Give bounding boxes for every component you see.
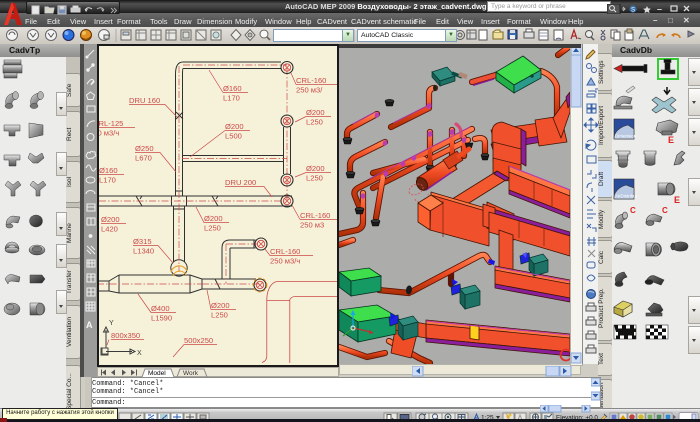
svg-text:800x350: 800x350 — [111, 331, 140, 340]
svg-text:Ø400: Ø400 — [151, 304, 170, 313]
svg-text:Ø250: Ø250 — [135, 144, 154, 153]
svg-text:Ø200: Ø200 — [101, 215, 120, 224]
svg-text:E: E — [668, 135, 674, 145]
svg-text:–: – — [657, 4, 662, 14]
svg-text:250 м3/: 250 м3/ — [296, 86, 323, 95]
svg-text:Model: Model — [148, 370, 166, 377]
svg-text:Ø200: Ø200 — [306, 164, 325, 173]
svg-text:X: X — [137, 350, 142, 357]
svg-text:Ø200: Ø200 — [306, 108, 325, 117]
svg-text:250 м3/ч: 250 м3/ч — [270, 257, 300, 266]
svg-text:250 м3/ч: 250 м3/ч — [99, 129, 119, 138]
svg-text:C: C — [630, 206, 636, 215]
svg-text:CRL-125: CRL-125 — [99, 119, 123, 128]
svg-text:L170: L170 — [99, 176, 116, 185]
svg-text:Ø200: Ø200 — [211, 301, 230, 310]
svg-text:CRL-160: CRL-160 — [270, 247, 300, 256]
svg-text:S: S — [631, 7, 635, 13]
svg-text:AirDistribut: AirDistribut — [615, 194, 638, 199]
svg-text:L1340: L1340 — [133, 247, 154, 256]
svg-text:L420: L420 — [101, 225, 118, 234]
svg-text:L250: L250 — [306, 174, 323, 183]
svg-text:Ø200: Ø200 — [204, 214, 223, 223]
svg-text:500x250: 500x250 — [184, 336, 213, 345]
svg-text:Ø160: Ø160 — [223, 84, 242, 93]
svg-text:Y: Y — [109, 320, 114, 327]
svg-text:DRU 200: DRU 200 — [225, 178, 256, 187]
svg-text:L670: L670 — [135, 154, 152, 163]
svg-text:Ø200: Ø200 — [225, 122, 244, 131]
svg-text:C: C — [662, 206, 668, 215]
svg-text:L170: L170 — [223, 94, 240, 103]
svg-text:Work: Work — [183, 370, 199, 377]
svg-text:Ø160: Ø160 — [99, 166, 118, 175]
svg-text:Ø315: Ø315 — [133, 237, 152, 246]
svg-text:CRL-160: CRL-160 — [300, 211, 330, 220]
svg-text:CRL-160: CRL-160 — [296, 76, 326, 85]
svg-text:E: E — [674, 195, 680, 205]
svg-text:L250: L250 — [211, 311, 228, 320]
svg-text:L500: L500 — [225, 132, 242, 141]
svg-text:L250: L250 — [204, 224, 221, 233]
svg-text:L1590: L1590 — [151, 314, 172, 323]
svg-text:250 м3: 250 м3 — [300, 221, 324, 230]
svg-text:Dimension: Dimension — [615, 134, 637, 139]
svg-text:L250: L250 — [306, 118, 323, 127]
svg-text:DRU 160: DRU 160 — [129, 96, 160, 105]
svg-text:A: A — [86, 320, 93, 330]
